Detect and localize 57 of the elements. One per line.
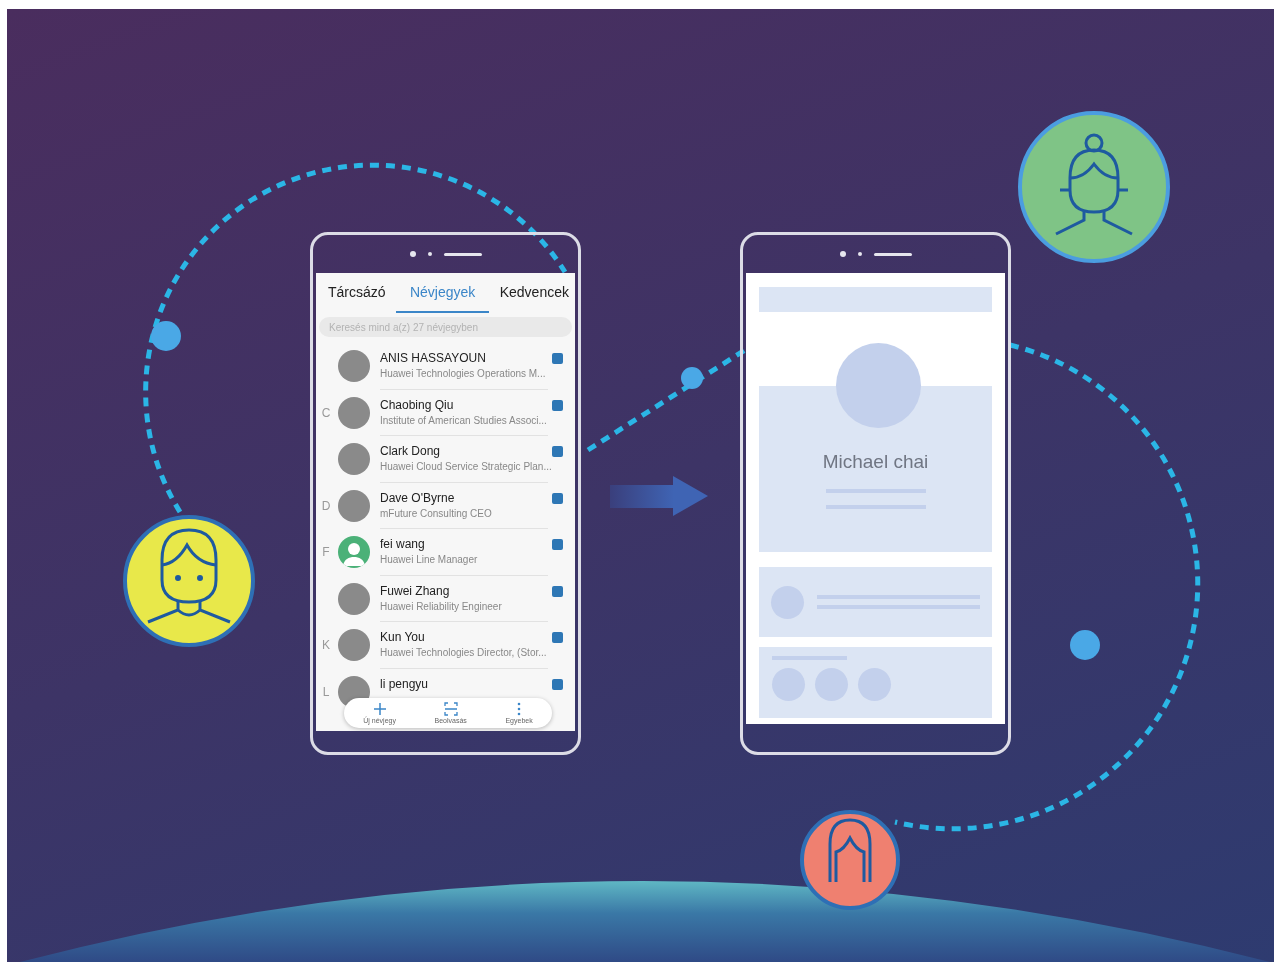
avatar-circle: [771, 585, 804, 619]
contact-name: Michael chai: [822, 451, 929, 473]
network-badge-icon: [552, 492, 563, 504]
contact-subtitle: Huawei Technologies Operations M...: [380, 368, 547, 379]
network-badge-icon: [552, 585, 563, 597]
network-badge-icon: [552, 632, 563, 643]
network-badge-icon: [552, 353, 563, 364]
camera-dot: [409, 251, 416, 257]
contact-name: Fuwei Zhang: [380, 583, 451, 598]
contact-name: Clark Dong: [380, 444, 442, 458]
photo-placeholder: [338, 443, 370, 476]
index-letter: C: [320, 405, 332, 420]
sensor-dot: [857, 252, 862, 256]
tab[interactable]: Tárcsázó: [324, 273, 390, 313]
contact-name: Kun You: [380, 630, 426, 644]
woman-avatar-icon: [800, 810, 900, 910]
orbit-dot: [151, 321, 181, 351]
index-letter: K: [321, 638, 331, 653]
orbit-dot: [681, 367, 703, 389]
photo-placeholder: [338, 350, 370, 383]
network-badge-icon: [552, 446, 563, 457]
index-letter: L: [321, 684, 331, 699]
avatar-silhouette-icon: [338, 536, 370, 569]
sensor-dot: [427, 252, 432, 256]
contact-name: fei wang: [380, 537, 426, 551]
plus-icon: [372, 702, 387, 716]
contact-name: li pengyu: [380, 676, 430, 691]
right-arrow-icon: [610, 476, 708, 516]
contact-subtitle: Huawei Line Manager: [380, 554, 479, 565]
index-letter: D: [320, 498, 332, 513]
man-avatar-icon: [123, 515, 255, 647]
contact-name: ANIS HASSAYOUN: [380, 351, 487, 365]
scan-icon: [443, 702, 458, 716]
avatar-circle: [772, 668, 805, 701]
speaker-slot: [443, 252, 482, 256]
network-badge-icon: [552, 399, 563, 411]
contact-subtitle: Huawei Technologies Director, (Stor...: [380, 647, 548, 658]
tab[interactable]: Kedvencek: [495, 273, 573, 313]
contact-subtitle: Huawei Reliability Engineer: [380, 600, 503, 612]
contact-name: Chaobing Qiu: [380, 397, 455, 412]
avatar-circle: [815, 668, 848, 701]
avatar-circle: [858, 668, 891, 701]
camera-dot: [839, 251, 846, 257]
speaker-slot: [873, 252, 912, 256]
orbit-dot: [1070, 630, 1100, 660]
network-badge-icon: [552, 678, 563, 690]
photo-placeholder: [338, 629, 370, 662]
index-letter: F: [321, 545, 331, 560]
tab[interactable]: Névjegyek: [395, 273, 490, 313]
contact-subtitle: mFuture Consulting CEO: [380, 507, 493, 519]
woman-avatar-icon: [1018, 111, 1170, 263]
photo-placeholder: [338, 582, 370, 615]
photo-placeholder: [338, 396, 370, 429]
contact-subtitle: Institute of American Studies Associ...: [380, 414, 548, 426]
contact-name: Dave O'Byrne: [380, 490, 456, 505]
photo-placeholder: [338, 489, 370, 522]
network-badge-icon: [552, 539, 563, 550]
